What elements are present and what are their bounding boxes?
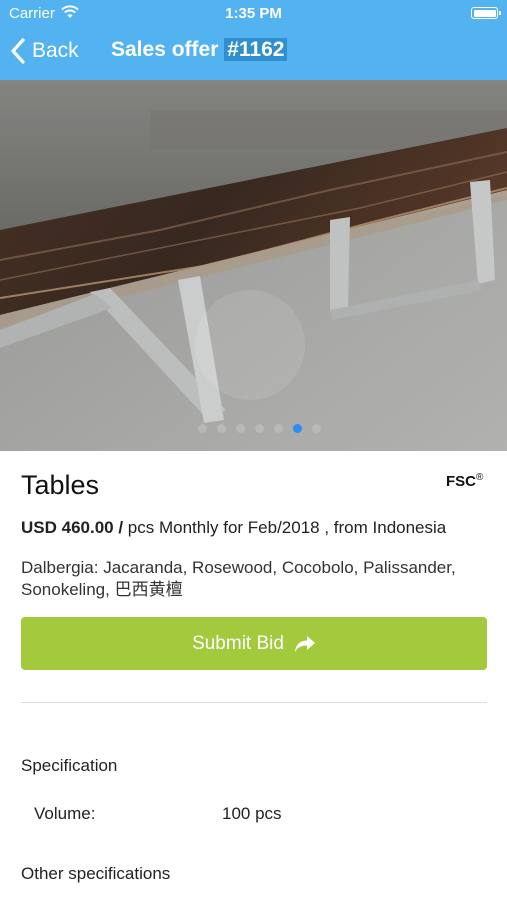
other-specifications-heading: Other specifications (21, 864, 171, 883)
price-detail: pcs Monthly for Feb/2018 , from Indonesi… (127, 518, 447, 537)
share-arrow-icon (294, 635, 315, 652)
certification-label: FSC (446, 473, 476, 490)
carousel-dot[interactable] (274, 424, 283, 433)
spec-label-volume: Volume: (34, 804, 96, 823)
specification-heading: Specification (21, 756, 118, 775)
carousel-dot[interactable] (293, 424, 302, 433)
status-bar: Carrier 1:35 PM (0, 0, 507, 28)
submit-bid-label: Submit Bid (192, 632, 284, 654)
price-line: USD 460.00 / pcs Monthly for Feb/2018 , … (21, 518, 446, 538)
back-button[interactable]: Back (10, 36, 79, 66)
offer-id: #1162 (224, 38, 288, 61)
carousel-page-indicator[interactable] (0, 424, 507, 436)
carousel-dot[interactable] (255, 424, 264, 433)
clock: 1:35 PM (225, 5, 282, 22)
navigation-bar: Back Sales offer #1162 (0, 28, 507, 80)
product-photo (0, 80, 507, 451)
product-photo-carousel[interactable] (0, 80, 507, 451)
spec-value-volume: 100 pcs (222, 804, 282, 823)
submit-bid-button[interactable]: Submit Bid (21, 617, 487, 670)
back-label: Back (32, 39, 79, 62)
carousel-dot[interactable] (312, 424, 321, 433)
divider (21, 702, 487, 703)
price: USD 460.00 / (21, 518, 124, 537)
carousel-dot[interactable] (217, 424, 226, 433)
back-chevron-icon (11, 38, 25, 64)
battery-icon (471, 7, 501, 19)
species-list: Dalbergia: Jacaranda, Rosewood, Cocobolo… (21, 558, 456, 599)
certification-badge: FSC® (446, 472, 483, 490)
registered-mark: ® (476, 472, 484, 483)
page-title: Sales offer #1162 (111, 38, 288, 62)
carousel-dot[interactable] (236, 424, 245, 433)
app-header: Carrier 1:35 PM Back Sales offer #1162 (0, 0, 507, 80)
page-title-text: Sales offer (111, 38, 219, 61)
carousel-dot[interactable] (198, 424, 207, 433)
product-title: Tables (21, 470, 100, 500)
